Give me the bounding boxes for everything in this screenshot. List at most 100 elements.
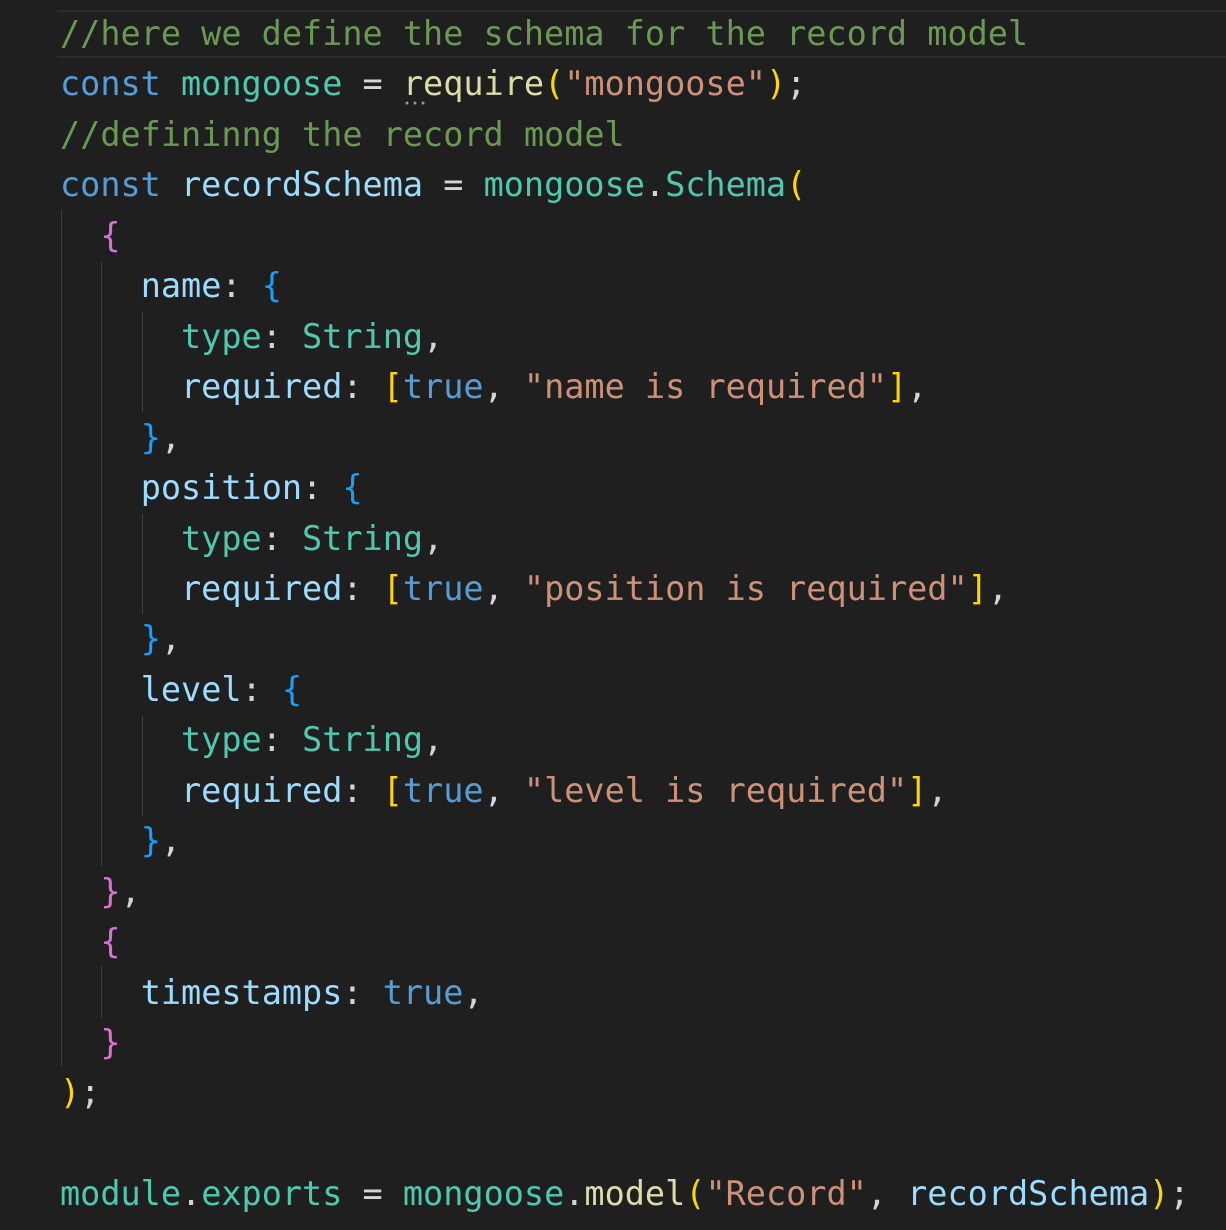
code-token: ,	[463, 972, 484, 1012]
code-line[interactable]: {	[60, 211, 121, 261]
code-token: ,	[987, 568, 1008, 608]
code-token: position	[140, 468, 303, 508]
code-line[interactable]: },	[60, 413, 181, 463]
code-token: {	[261, 266, 282, 306]
code-token: String	[302, 518, 424, 558]
code-line[interactable]: },	[60, 867, 141, 917]
code-token: (	[544, 64, 565, 104]
code-token: }	[100, 871, 121, 911]
code-token: require	[402, 64, 545, 104]
code-token: ]	[886, 367, 908, 407]
code-line[interactable]: type: String,	[60, 312, 443, 362]
code-token: ,	[423, 518, 444, 558]
code-token: ,	[907, 367, 928, 407]
code-token: :	[342, 972, 383, 1012]
code-line[interactable]: );	[60, 1068, 100, 1118]
code-token: ;	[786, 64, 807, 104]
code-token: "position is required"	[523, 568, 968, 608]
code-token: )	[60, 1073, 81, 1113]
code-line[interactable]: level: {	[60, 665, 302, 715]
code-line[interactable]: timestamps: true,	[60, 968, 484, 1018]
code-token: "name is required"	[523, 367, 887, 407]
code-line[interactable]: const mongoose = require("mongoose");	[60, 59, 806, 109]
code-token: :	[261, 518, 303, 558]
code-token: module	[60, 1174, 182, 1214]
code-token: type	[181, 316, 262, 356]
code-token: required	[181, 568, 343, 608]
code-token: }	[140, 821, 161, 861]
code-token: :	[302, 468, 343, 508]
code-token: name	[140, 266, 222, 306]
code-token: timestamps	[140, 972, 343, 1012]
code-token: type	[181, 720, 262, 760]
code-token: recordSchema	[181, 165, 424, 205]
code-token: .	[181, 1174, 202, 1214]
code-token: recordSchema	[907, 1174, 1150, 1214]
code-line[interactable]: },	[60, 614, 181, 664]
code-line[interactable]: module.exports = mongoose.model("Record"…	[60, 1169, 1190, 1219]
code-token: ,	[423, 316, 444, 356]
code-line[interactable]: },	[60, 816, 181, 866]
code-token: ,	[423, 720, 444, 760]
code-token: ,	[120, 871, 141, 911]
code-line[interactable]: {	[60, 917, 121, 967]
code-token: ;	[80, 1073, 101, 1113]
code-token: ,	[160, 619, 182, 659]
code-token: .	[564, 1174, 585, 1214]
code-token: {	[342, 468, 363, 508]
code-line[interactable]: required: [true, "level is required"],	[60, 766, 947, 816]
code-token: exports	[201, 1174, 343, 1214]
code-token: :	[221, 266, 262, 306]
code-line[interactable]: required: [true, "name is required"],	[60, 362, 927, 412]
code-token: mongoose	[181, 64, 343, 104]
code-line[interactable]: type: String,	[60, 514, 443, 564]
code-token: type	[181, 518, 262, 558]
code-token: ;	[1169, 1174, 1190, 1214]
code-token: mongoose	[483, 165, 645, 205]
code-token: true	[402, 568, 484, 608]
code-token: :	[342, 367, 383, 407]
code-line[interactable]: const recordSchema = mongoose.Schema(	[60, 160, 806, 210]
code-token: :	[261, 720, 303, 760]
code-token: ,	[160, 821, 182, 861]
code-token: ,	[160, 417, 182, 457]
code-token: ]	[907, 770, 928, 810]
code-line[interactable]: //defininng the record model	[60, 110, 625, 160]
code-token: true	[402, 770, 484, 810]
code-token: ,	[927, 770, 948, 810]
code-token: }	[100, 1023, 121, 1062]
code-token: {	[100, 215, 121, 255]
code-token: true	[382, 972, 464, 1012]
code-line[interactable]: position: {	[60, 463, 363, 513]
code-token: level	[140, 669, 242, 709]
code-line[interactable]: name: {	[60, 261, 282, 311]
code-token: (	[685, 1174, 706, 1214]
code-editor[interactable]: //here we define the schema for the reco…	[0, 0, 1226, 1230]
code-line[interactable]: }	[60, 1018, 121, 1068]
code-token: //defininng the record model	[60, 114, 625, 154]
code-line[interactable]: required: [true, "position is required"]…	[60, 564, 1008, 614]
code-token: String	[302, 720, 424, 760]
code-token: "level is required"	[523, 770, 908, 810]
code-token: :	[241, 669, 282, 709]
code-line[interactable]: //here we define the schema for the reco…	[60, 9, 1028, 59]
code-token: ,	[483, 367, 524, 407]
code-token: {	[100, 922, 121, 962]
code-token: //here we define the schema for the reco…	[60, 14, 1029, 53]
code-line[interactable]: type: String,	[60, 715, 443, 765]
